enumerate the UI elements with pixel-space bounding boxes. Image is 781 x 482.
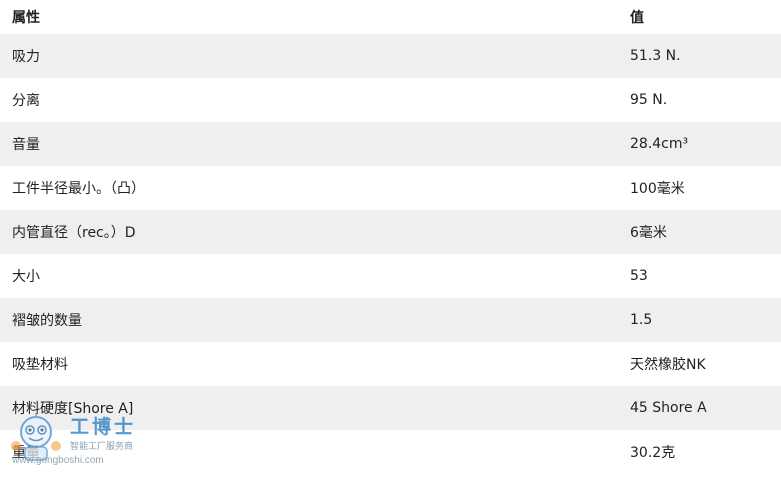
row-attribute: 重量 — [12, 445, 40, 461]
row-value: 1.5 — [630, 312, 653, 328]
row-value: 53 — [630, 268, 648, 284]
row-value: 6毫米 — [630, 225, 667, 241]
table-row: 工件半径最小。（凸） 100毫米 — [0, 166, 781, 210]
row-attribute: 分离 — [12, 93, 40, 109]
row-value: 51.3 N. — [630, 48, 681, 64]
table-row: 分离 95 N. — [0, 78, 781, 122]
row-value: 30.2克 — [630, 445, 676, 461]
table-row: 吸力 51.3 N. — [0, 34, 781, 78]
header-attribute: 属性 — [12, 10, 40, 26]
table-row: 吸垫材料 天然橡胶NK — [0, 342, 781, 386]
row-value: 95 N. — [630, 92, 668, 108]
row-attribute: 工件半径最小。（凸） — [12, 181, 145, 197]
table-header-row: 属性 值 — [0, 0, 781, 34]
spec-table: 属性 值 吸力 51.3 N. 分离 95 N. 音量 28.4cm³ 工件半径… — [0, 0, 781, 474]
row-attribute: 吸垫材料 — [12, 357, 68, 373]
table-row: 褶皱的数量 1.5 — [0, 298, 781, 342]
table-row: 内管直径（rec。）D 6毫米 — [0, 210, 781, 254]
row-value: 28.4cm³ — [630, 136, 689, 152]
row-attribute: 材料硬度[Shore A] — [12, 401, 134, 417]
table-row: 大小 53 — [0, 254, 781, 298]
table-row: 音量 28.4cm³ — [0, 122, 781, 166]
row-attribute: 大小 — [12, 269, 40, 285]
row-value: 45 Shore A — [630, 400, 707, 416]
row-attribute: 内管直径（rec。）D — [12, 225, 136, 241]
row-attribute: 吸力 — [12, 49, 40, 65]
table-row: 重量 30.2克 — [0, 430, 781, 474]
header-value: 值 — [630, 10, 644, 26]
table-row: 材料硬度[Shore A] 45 Shore A — [0, 386, 781, 430]
row-value: 天然橡胶NK — [630, 357, 706, 373]
row-value: 100毫米 — [630, 181, 685, 197]
row-attribute: 褶皱的数量 — [12, 313, 82, 329]
row-attribute: 音量 — [12, 137, 40, 153]
